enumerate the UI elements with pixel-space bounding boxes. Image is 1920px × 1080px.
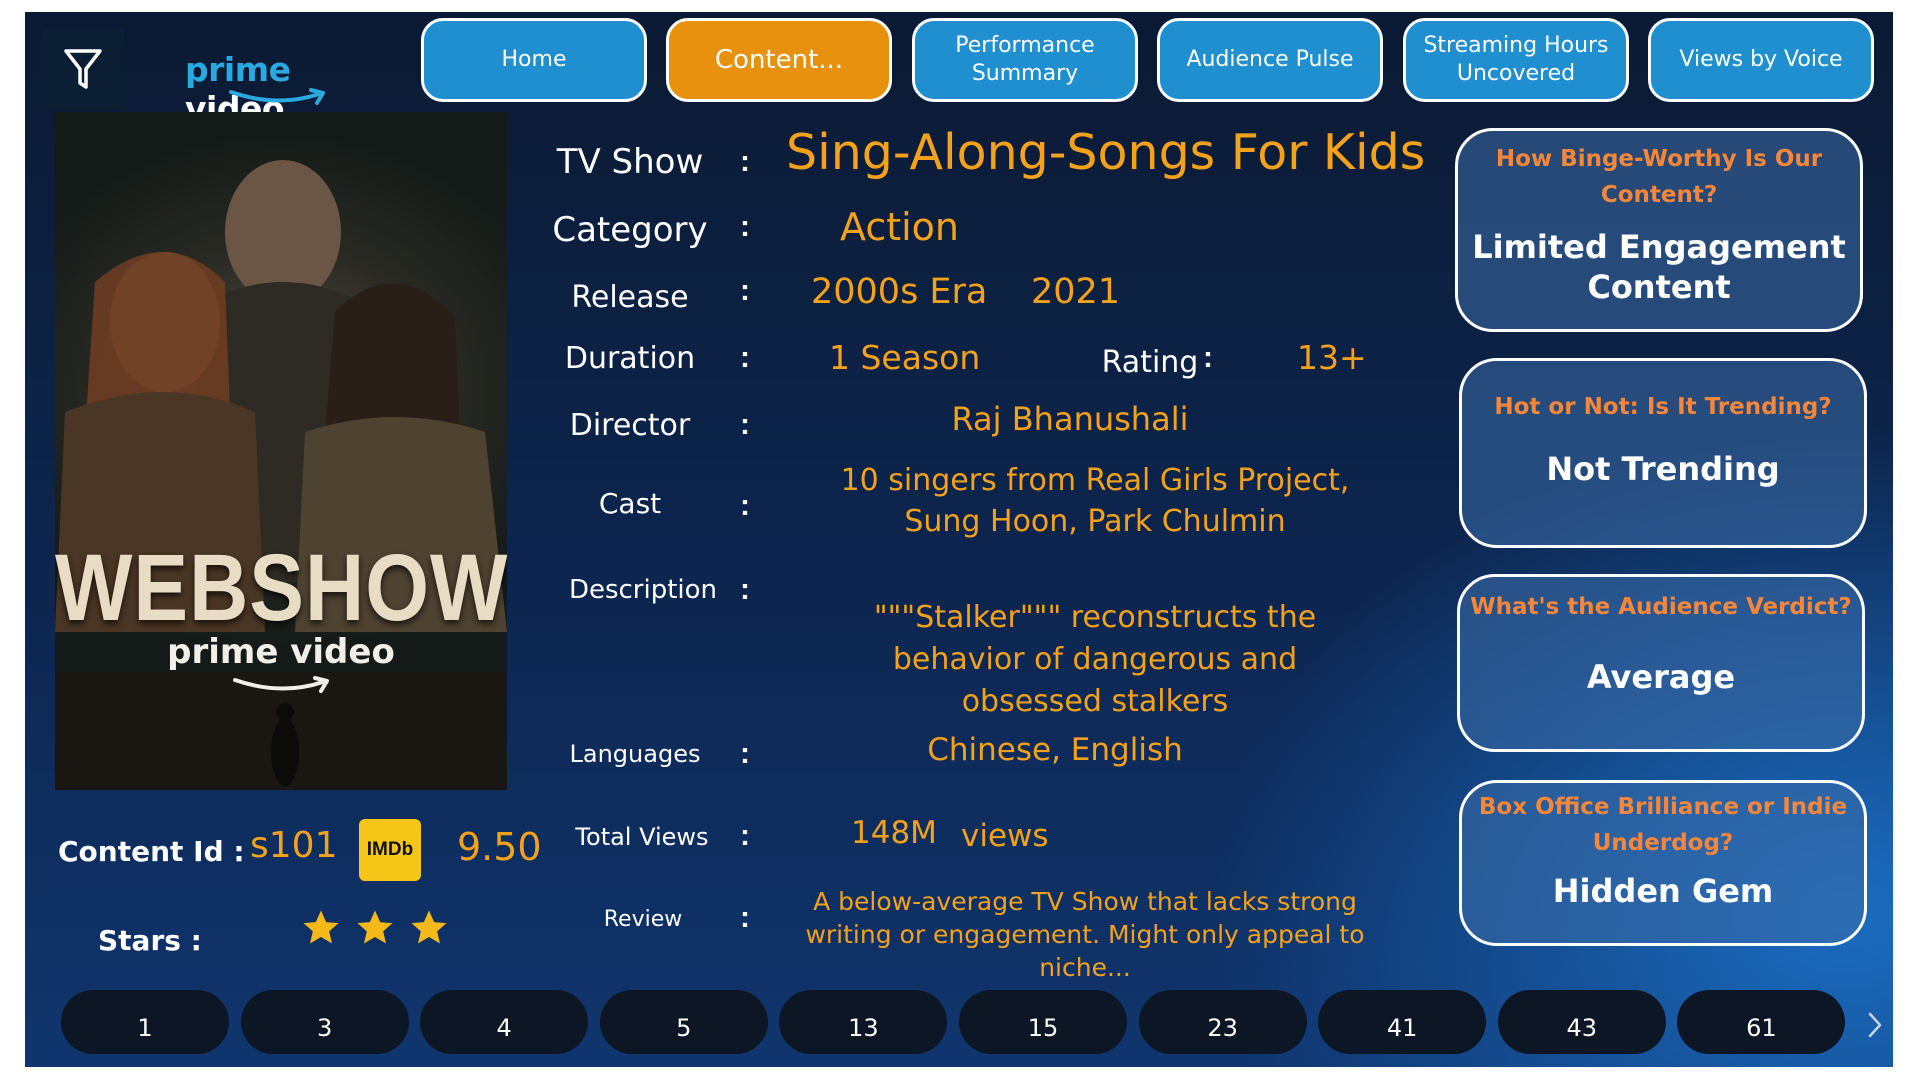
tv-show-label: TV Show	[556, 142, 704, 182]
card-answer: Not Trending	[1546, 450, 1780, 488]
poster-smile-icon	[233, 676, 329, 693]
card-question: What's the Audience Verdict?	[1470, 594, 1852, 620]
colon: :	[740, 901, 750, 934]
binge-worthy-card: How Binge-Worthy Is Our Content? Limited…	[1455, 128, 1863, 332]
page-button[interactable]: 4	[420, 990, 589, 1054]
content-id-label: Content Id :	[58, 835, 245, 868]
content-id-value: s101	[250, 825, 338, 866]
show-poster: WEBSHOW prime video	[55, 112, 507, 790]
poster-title: WEBSHOW	[55, 536, 507, 641]
poster-brand: prime video	[167, 632, 395, 672]
box-office-card: Box Office Brilliance or Indie Underdog?…	[1459, 780, 1867, 946]
audience-verdict-card: What's the Audience Verdict? Average	[1457, 574, 1865, 752]
nav-streaming-hours-button[interactable]: Streaming Hours Uncovered	[1403, 18, 1629, 102]
nav-views-by-voice-button[interactable]: Views by Voice	[1648, 18, 1874, 102]
director-label: Director	[569, 408, 691, 443]
tv-show-title: Sing-Along-Songs For Kids	[786, 124, 1426, 181]
imdb-score: 9.50	[457, 825, 542, 869]
category-label: Category	[552, 210, 708, 250]
card-question: How Binge-Worthy Is Our Content?	[1495, 146, 1823, 208]
total-views-value: 148M	[851, 815, 937, 851]
nav-home-button[interactable]: Home	[421, 18, 647, 102]
page-button[interactable]: 15	[959, 990, 1127, 1054]
cast-label: Cast	[598, 487, 662, 520]
card-question: Box Office Brilliance or Indie Underdog?	[1478, 794, 1848, 856]
colon: :	[740, 489, 750, 522]
nav-content-button[interactable]: Content...	[666, 18, 892, 102]
languages-value: Chinese, English	[927, 732, 1183, 768]
rating-value: 13+	[1297, 338, 1367, 377]
page-button[interactable]: 23	[1138, 990, 1307, 1054]
review-value: A below-average TV Show that lacks stron…	[805, 887, 1365, 982]
colon: :	[740, 408, 750, 441]
card-question: Hot or Not: Is It Trending?	[1494, 394, 1832, 420]
page-button[interactable]: 61	[1677, 990, 1846, 1054]
star-icon	[357, 910, 393, 944]
nav-performance-summary-button[interactable]: Performance Summary	[912, 18, 1138, 102]
category-value: Action	[840, 205, 960, 249]
star-rating	[301, 908, 449, 958]
amazon-smile-icon	[229, 88, 325, 105]
chevron-right-icon[interactable]	[1865, 1010, 1885, 1040]
colon: :	[740, 145, 750, 178]
colon: :	[740, 274, 750, 307]
cast-value: 10 singers from Real Girls Project, Sung…	[840, 463, 1350, 539]
stars-label: Stars :	[98, 924, 202, 957]
duration-value: 1 Season	[829, 338, 981, 377]
star-icon	[303, 910, 339, 944]
description-label: Description	[568, 575, 718, 605]
page-button[interactable]: 5	[599, 990, 768, 1054]
colon: :	[740, 341, 750, 374]
colon: :	[740, 210, 750, 243]
review-label: Review	[603, 907, 683, 932]
release-year: 2021	[1031, 272, 1121, 312]
filter-button[interactable]	[42, 30, 124, 110]
colon: :	[740, 819, 750, 852]
colon: :	[740, 737, 750, 770]
nav-audience-pulse-button[interactable]: Audience Pulse	[1157, 18, 1383, 102]
release-era: 2000s Era	[811, 272, 988, 312]
rating-label: Rating	[1101, 345, 1199, 380]
card-answer: Average	[1586, 658, 1736, 696]
colon: :	[1203, 341, 1213, 374]
page-button[interactable]: 3	[240, 990, 409, 1054]
trending-card: Hot or Not: Is It Trending? Not Trending	[1459, 358, 1867, 548]
director-value: Raj Bhanushali	[951, 400, 1189, 438]
duration-label: Duration	[564, 341, 696, 376]
total-views-unit: views	[961, 818, 1049, 854]
imdb-badge: IMDb	[359, 819, 421, 881]
star-icon	[411, 910, 447, 944]
languages-label: Languages	[569, 740, 701, 768]
description-value: """Stalker""" reconstructs the behavior …	[873, 600, 1317, 719]
logo-prime-text: prime	[185, 50, 291, 89]
dashboard-canvas: prime video Home Content... Performance …	[25, 12, 1893, 1067]
page-button[interactable]: 43	[1497, 990, 1666, 1054]
page-button[interactable]: 1	[61, 990, 229, 1054]
colon: :	[740, 573, 750, 606]
page-button[interactable]: 13	[779, 990, 948, 1054]
total-views-label: Total Views	[575, 823, 709, 851]
release-label: Release	[571, 280, 689, 315]
page-button[interactable]: 41	[1318, 990, 1487, 1054]
filter-icon	[64, 49, 102, 89]
card-answer: Hidden Gem	[1552, 872, 1774, 910]
card-answer: Limited Engagement Content	[1472, 228, 1846, 306]
